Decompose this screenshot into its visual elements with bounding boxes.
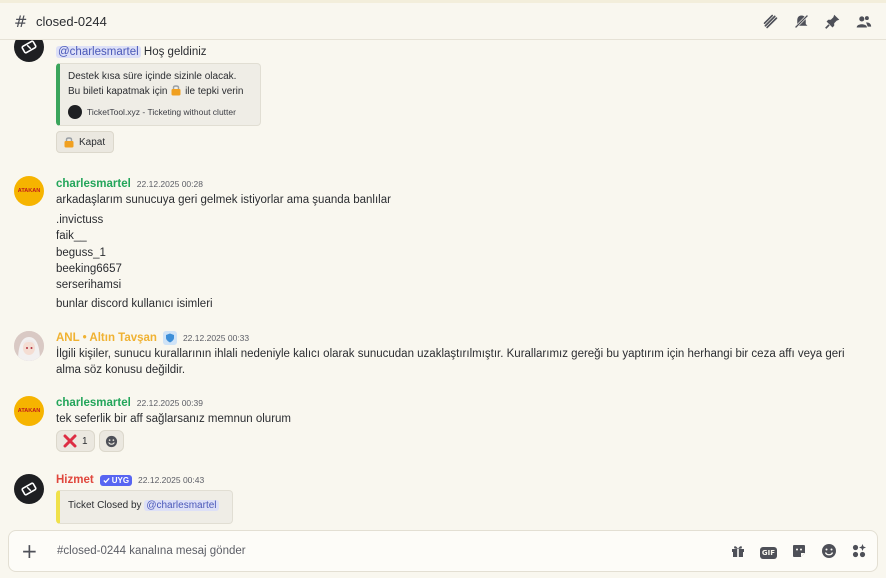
embed-description: Destek kısa süre içinde sizinle olacak. — [68, 71, 237, 82]
emoji-icon[interactable] — [821, 543, 837, 559]
embed-footer-text: TicketTool.xyz - Ticketing without clutt… — [87, 107, 236, 117]
message-text: arkadaşlarım sunucuya geri gelmek istiyo… — [56, 194, 391, 206]
avatar[interactable] — [14, 40, 44, 62]
avatar[interactable] — [14, 474, 44, 504]
username[interactable]: charlesmartel — [56, 178, 131, 190]
embed-description: Ticket Closed by @charlesmartel — [68, 500, 219, 511]
embed-description-line: Bu bileti kapatmak için ile tepki verin — [68, 85, 244, 97]
username[interactable]: Hizmet — [56, 474, 94, 486]
cross-mark-icon — [63, 434, 77, 448]
message-text: İlgili kişiler, sunucu kurallarının ihla… — [56, 348, 845, 376]
timestamp: 22.12.2025 00:33 — [182, 333, 250, 343]
username[interactable]: ANL • Altın Tavşan — [56, 332, 157, 344]
message-header: Hizmet UYG 22.12.2025 00:43 — [56, 472, 856, 488]
channel-header: # closed-0244 — [0, 0, 886, 40]
message-embed: Ticket Closed by @charlesmartel — [56, 490, 233, 524]
username[interactable]: charlesmartel — [56, 397, 131, 409]
timestamp: 22.12.2025 00:39 — [136, 398, 203, 408]
shield-badge-icon — [162, 331, 177, 345]
hashtag-lock-icon: # — [14, 11, 28, 31]
tickettool-logo-icon — [68, 105, 82, 119]
pin-icon[interactable] — [824, 13, 841, 30]
message-header: charlesmartel 22.12.2025 00:28 — [56, 176, 856, 192]
message-text: bunlar discord kullanıcı isimleri — [56, 298, 213, 310]
timestamp: 22.12.2025 00:43 — [138, 475, 205, 485]
lock-emoji-icon — [64, 137, 74, 148]
message-header: ANL • Altın Tavşan 22.12.2025 00:33 — [56, 330, 854, 346]
apps-icon[interactable] — [851, 543, 867, 559]
threads-icon[interactable] — [762, 13, 779, 30]
verified-check-icon — [103, 477, 110, 483]
smile-icon — [105, 435, 117, 447]
reaction-x[interactable]: 1 — [56, 430, 95, 452]
message-composer: + GIF — [8, 530, 878, 572]
notifications-muted-icon[interactable] — [793, 13, 810, 30]
close-ticket-button[interactable]: Kapat — [56, 131, 115, 153]
channel-title: closed-0244 — [36, 13, 107, 29]
message-embed: Destek kısa süre içinde sizinle olacak. … — [56, 63, 261, 126]
timestamp: 22.12.2025 00:28 — [136, 179, 203, 189]
message-text: .invictuss — [56, 214, 104, 226]
lock-emoji-icon — [171, 85, 181, 96]
message-text: faik__ — [56, 230, 87, 242]
message-text: beeking6657 — [56, 263, 122, 275]
ticket-icon — [21, 482, 37, 496]
message-input[interactable] — [57, 545, 730, 557]
anime-avatar-icon — [14, 331, 44, 361]
avatar[interactable] — [14, 331, 44, 361]
member-list-icon[interactable] — [855, 13, 872, 30]
message-text: tek seferlik bir aff sağlarsanız memnun … — [56, 413, 291, 425]
message-text: beguss_1 — [56, 247, 106, 259]
avatar[interactable]: ATAKAN — [14, 176, 44, 206]
message-list: @charlesmartel Hoş geldiniz Destek kısa … — [0, 40, 886, 528]
user-mention[interactable]: @charlesmartel — [56, 46, 141, 58]
reaction-count: 1 — [82, 435, 88, 447]
message-text: serserihamsi — [56, 279, 122, 291]
composer-toolbar: GIF — [730, 543, 867, 559]
gift-icon[interactable] — [730, 543, 746, 559]
sticker-icon[interactable] — [791, 543, 807, 559]
embed-footer: TicketTool.xyz - Ticketing without clutt… — [68, 105, 250, 119]
add-reaction-button[interactable] — [98, 430, 124, 452]
avatar[interactable]: ATAKAN — [14, 396, 44, 426]
user-mention[interactable]: @charlesmartel — [144, 500, 219, 511]
gif-icon[interactable]: GIF — [759, 544, 777, 559]
message-text: @charlesmartel Hoş geldiniz — [56, 46, 207, 58]
app-badge: UYG — [99, 474, 133, 486]
header-toolbar — [762, 13, 872, 30]
ticket-icon — [21, 40, 37, 54]
plus-icon[interactable]: + — [21, 541, 43, 561]
message-header: charlesmartel 22.12.2025 00:39 — [56, 395, 856, 411]
